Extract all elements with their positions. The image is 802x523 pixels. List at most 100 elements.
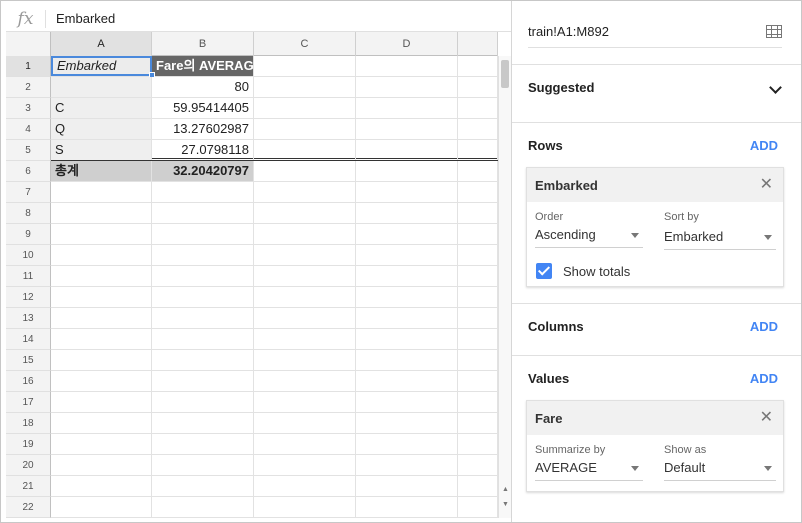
cell[interactable] bbox=[356, 224, 458, 244]
cell[interactable] bbox=[356, 329, 458, 349]
cell-a1[interactable]: Embarked bbox=[51, 56, 152, 76]
cell[interactable] bbox=[254, 497, 356, 517]
cell[interactable] bbox=[51, 455, 152, 475]
summarize-by-select[interactable]: AVERAGE bbox=[535, 457, 643, 481]
cell-a6[interactable]: 총계 bbox=[51, 161, 152, 181]
select-all-corner[interactable] bbox=[6, 32, 51, 56]
cell[interactable] bbox=[356, 413, 458, 433]
chevron-down-icon[interactable] bbox=[769, 81, 782, 94]
row-header[interactable]: 6 bbox=[6, 161, 51, 182]
cell[interactable] bbox=[458, 371, 498, 391]
cell[interactable] bbox=[356, 308, 458, 328]
sort-by-select[interactable]: Embarked bbox=[664, 226, 776, 250]
suggested-section[interactable]: Suggested bbox=[512, 64, 801, 122]
cell[interactable] bbox=[356, 392, 458, 412]
cell[interactable] bbox=[254, 371, 356, 391]
select-range-grid-icon[interactable] bbox=[766, 24, 782, 38]
cell[interactable] bbox=[254, 413, 356, 433]
cell[interactable] bbox=[254, 203, 356, 223]
row-header[interactable]: 19 bbox=[6, 434, 51, 455]
cell[interactable] bbox=[152, 224, 254, 244]
cell[interactable] bbox=[152, 245, 254, 265]
cell[interactable] bbox=[51, 266, 152, 286]
cell[interactable] bbox=[51, 350, 152, 370]
remove-value-close-icon[interactable]: ✕ bbox=[760, 410, 773, 426]
cell-b6[interactable]: 32.20420797 bbox=[152, 161, 254, 181]
cell[interactable] bbox=[458, 245, 498, 265]
column-header-a[interactable]: A bbox=[51, 32, 152, 56]
cell[interactable] bbox=[458, 140, 498, 160]
cell[interactable] bbox=[254, 98, 356, 118]
cell[interactable] bbox=[152, 434, 254, 454]
row-header[interactable]: 15 bbox=[6, 350, 51, 371]
cell-b5[interactable]: 27.0798118 bbox=[152, 140, 254, 160]
cell[interactable] bbox=[51, 287, 152, 307]
cell[interactable] bbox=[356, 182, 458, 202]
cell[interactable] bbox=[254, 455, 356, 475]
cell[interactable] bbox=[152, 329, 254, 349]
cell[interactable] bbox=[254, 350, 356, 370]
cell[interactable] bbox=[254, 329, 356, 349]
cell[interactable] bbox=[458, 98, 498, 118]
add-value-button[interactable]: ADD bbox=[750, 371, 778, 386]
cell[interactable] bbox=[458, 434, 498, 454]
cell[interactable] bbox=[356, 77, 458, 97]
cell[interactable] bbox=[356, 476, 458, 496]
cell[interactable] bbox=[254, 245, 356, 265]
cell[interactable] bbox=[458, 497, 498, 517]
cell[interactable] bbox=[152, 308, 254, 328]
cell[interactable] bbox=[152, 287, 254, 307]
cell[interactable] bbox=[356, 161, 458, 181]
cell[interactable] bbox=[356, 350, 458, 370]
cell[interactable] bbox=[152, 203, 254, 223]
cell[interactable] bbox=[51, 434, 152, 454]
cell[interactable] bbox=[458, 287, 498, 307]
cell[interactable] bbox=[458, 203, 498, 223]
cell[interactable] bbox=[152, 497, 254, 517]
remove-row-close-icon[interactable]: ✕ bbox=[760, 177, 773, 193]
cell[interactable] bbox=[51, 182, 152, 202]
show-as-select[interactable]: Default bbox=[664, 457, 776, 481]
cell[interactable] bbox=[458, 308, 498, 328]
column-header-e[interactable] bbox=[458, 32, 498, 56]
cell[interactable] bbox=[356, 287, 458, 307]
vertical-scrollbar[interactable]: ▲ ▼ bbox=[498, 56, 511, 518]
data-range-field[interactable]: train!A1:M892 bbox=[528, 15, 782, 48]
add-column-button[interactable]: ADD bbox=[750, 319, 778, 334]
row-header[interactable]: 18 bbox=[6, 413, 51, 434]
row-header[interactable]: 12 bbox=[6, 287, 51, 308]
cell[interactable] bbox=[356, 98, 458, 118]
cell[interactable] bbox=[152, 392, 254, 412]
cell-b1[interactable]: Fare의 AVERAGE bbox=[152, 56, 254, 76]
cell[interactable] bbox=[356, 371, 458, 391]
row-header[interactable]: 3 bbox=[6, 98, 51, 119]
cell-b3[interactable]: 59.95414405 bbox=[152, 98, 254, 118]
cell[interactable] bbox=[254, 392, 356, 412]
order-select[interactable]: Ascending bbox=[535, 224, 643, 248]
cell[interactable] bbox=[51, 245, 152, 265]
row-header[interactable]: 5 bbox=[6, 140, 51, 161]
cell[interactable] bbox=[356, 119, 458, 139]
cell[interactable] bbox=[458, 350, 498, 370]
formula-input[interactable]: Embarked bbox=[46, 11, 115, 26]
cell-a2[interactable] bbox=[51, 77, 152, 97]
cell[interactable] bbox=[254, 140, 356, 160]
row-header[interactable]: 9 bbox=[6, 224, 51, 245]
cell[interactable] bbox=[254, 308, 356, 328]
cell[interactable] bbox=[458, 329, 498, 349]
column-header-c[interactable]: C bbox=[254, 32, 356, 56]
cell[interactable] bbox=[152, 371, 254, 391]
cell[interactable] bbox=[51, 413, 152, 433]
cell[interactable] bbox=[51, 203, 152, 223]
cell[interactable] bbox=[254, 224, 356, 244]
scrollbar-thumb[interactable] bbox=[501, 60, 509, 88]
cell[interactable] bbox=[254, 287, 356, 307]
row-header[interactable]: 10 bbox=[6, 245, 51, 266]
cell[interactable] bbox=[458, 455, 498, 475]
show-totals-checkbox[interactable] bbox=[536, 263, 552, 279]
cell[interactable] bbox=[254, 119, 356, 139]
row-header[interactable]: 1 bbox=[6, 56, 51, 77]
cell[interactable] bbox=[356, 56, 458, 76]
cell[interactable] bbox=[458, 266, 498, 286]
cell[interactable] bbox=[152, 266, 254, 286]
